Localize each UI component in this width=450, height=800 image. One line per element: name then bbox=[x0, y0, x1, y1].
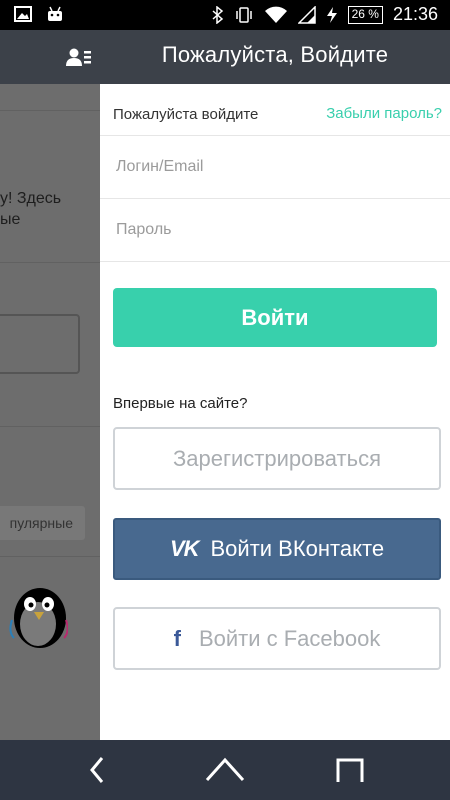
background-text-line: у! Здесь bbox=[0, 190, 62, 207]
background-page-overlay[interactable]: у! Здесь ые пулярные bbox=[0, 84, 100, 740]
login-prompt-row: Пожалуйста войдите Забыли пароль? bbox=[100, 84, 450, 136]
divider bbox=[0, 556, 100, 557]
home-icon[interactable] bbox=[205, 754, 245, 786]
login-email-input[interactable] bbox=[100, 136, 450, 198]
contacts-icon[interactable] bbox=[66, 47, 92, 67]
page-title: Пожалуйста, Войдите bbox=[161, 42, 389, 67]
background-input bbox=[0, 314, 80, 374]
forgot-password-link[interactable]: Забыли пароль? bbox=[326, 105, 442, 122]
vk-login-button[interactable]: VK Войти ВКонтакте bbox=[113, 518, 441, 580]
register-button[interactable]: Зарегистрироваться bbox=[113, 427, 441, 490]
divider bbox=[0, 110, 100, 111]
charging-icon bbox=[326, 6, 337, 23]
background-text-line: ые bbox=[0, 211, 21, 228]
vibrate-icon bbox=[235, 6, 252, 23]
divider bbox=[0, 426, 100, 427]
penguin-avatar bbox=[9, 588, 68, 648]
vk-icon: VK bbox=[169, 536, 200, 561]
bluetooth-icon bbox=[212, 5, 223, 24]
divider bbox=[0, 262, 100, 263]
facebook-icon: f bbox=[173, 625, 181, 651]
facebook-login-label: Войти с Facebook bbox=[198, 625, 381, 651]
battery-level: 26 % bbox=[347, 5, 383, 24]
image-icon bbox=[14, 6, 32, 22]
back-icon[interactable] bbox=[78, 754, 118, 786]
status-bar: 26 % 21:36 bbox=[0, 0, 450, 30]
signal-icon bbox=[297, 5, 316, 24]
clock: 21:36 bbox=[392, 4, 438, 24]
recents-icon[interactable] bbox=[330, 754, 370, 786]
background-text: у! Здесь ые bbox=[0, 188, 61, 230]
login-prompt: Пожалуйста войдите bbox=[113, 106, 259, 123]
password-input[interactable] bbox=[100, 199, 450, 261]
login-field bbox=[100, 136, 450, 199]
app-header: Пожалуйста, Войдите bbox=[0, 30, 450, 84]
wifi-icon bbox=[264, 6, 287, 23]
login-panel: Пожалуйста войдите Забыли пароль? Войти … bbox=[100, 84, 450, 740]
background-chip: пулярные bbox=[0, 506, 85, 540]
facebook-login-button[interactable]: f Войти с Facebook bbox=[113, 607, 441, 670]
password-field bbox=[100, 199, 450, 262]
first-time-label: Впервые на сайте? bbox=[113, 395, 248, 412]
login-button[interactable]: Войти bbox=[113, 288, 437, 347]
vk-login-label: Войти ВКонтакте bbox=[210, 536, 385, 561]
android-icon bbox=[48, 6, 62, 21]
navigation-bar bbox=[0, 740, 450, 800]
